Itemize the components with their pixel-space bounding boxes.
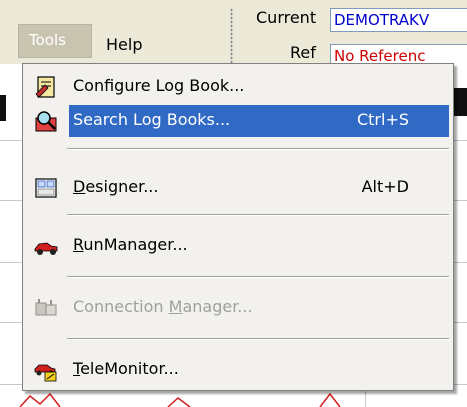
tools-dropdown-menu: Configure Log Book... Search Log Books..…: [22, 63, 454, 391]
menu-item-search-log-books[interactable]: Search Log Books... Ctrl+S: [27, 105, 449, 137]
menu-item-label: Connection Manager...: [73, 297, 253, 316]
search-logbook-icon: [35, 111, 57, 132]
menubar-tools[interactable]: Tools: [18, 24, 92, 58]
menu-item-telemonitor[interactable]: TeleMonitor...: [27, 354, 449, 386]
logbook-config-icon: [35, 76, 55, 98]
menu-item-connection-manager[interactable]: Connection Manager...: [27, 292, 449, 324]
connection-manager-icon: [35, 299, 57, 316]
ref-label: Ref: [290, 43, 316, 62]
toolbar-grip[interactable]: [230, 8, 233, 64]
left-panel-edge: [0, 95, 6, 121]
menu-separator: [67, 148, 449, 150]
runmanager-car-icon: [34, 242, 58, 255]
current-label: Current: [256, 8, 317, 27]
menu-item-designer[interactable]: Designer... Alt+D: [27, 172, 449, 204]
menubar-tools-label: Tools: [29, 31, 66, 49]
menubar-help[interactable]: Help: [106, 35, 142, 54]
designer-icon: [35, 178, 57, 198]
menu-item-label: Search Log Books...: [73, 110, 231, 129]
menu-item-label: RunManager...: [73, 235, 188, 254]
menu-item-shortcut: Alt+D: [361, 177, 409, 196]
menu-item-label: Designer...: [73, 177, 159, 196]
menu-item-shortcut: Ctrl+S: [356, 110, 409, 129]
menu-item-runmanager[interactable]: RunManager...: [27, 230, 449, 262]
menu-separator: [67, 338, 449, 340]
telemonitor-icon: [34, 364, 57, 382]
menu-separator: [67, 276, 449, 278]
menu-item-configure-log-book[interactable]: Configure Log Book...: [27, 71, 449, 103]
menu-separator: [67, 214, 449, 216]
current-field[interactable]: DEMOTRAKV: [330, 8, 467, 32]
menu-item-label: TeleMonitor...: [73, 359, 179, 378]
menu-item-label: Configure Log Book...: [73, 76, 245, 95]
menu-bar: Tools Help Current DEMOTRAKV Ref No Refe…: [0, 0, 467, 68]
